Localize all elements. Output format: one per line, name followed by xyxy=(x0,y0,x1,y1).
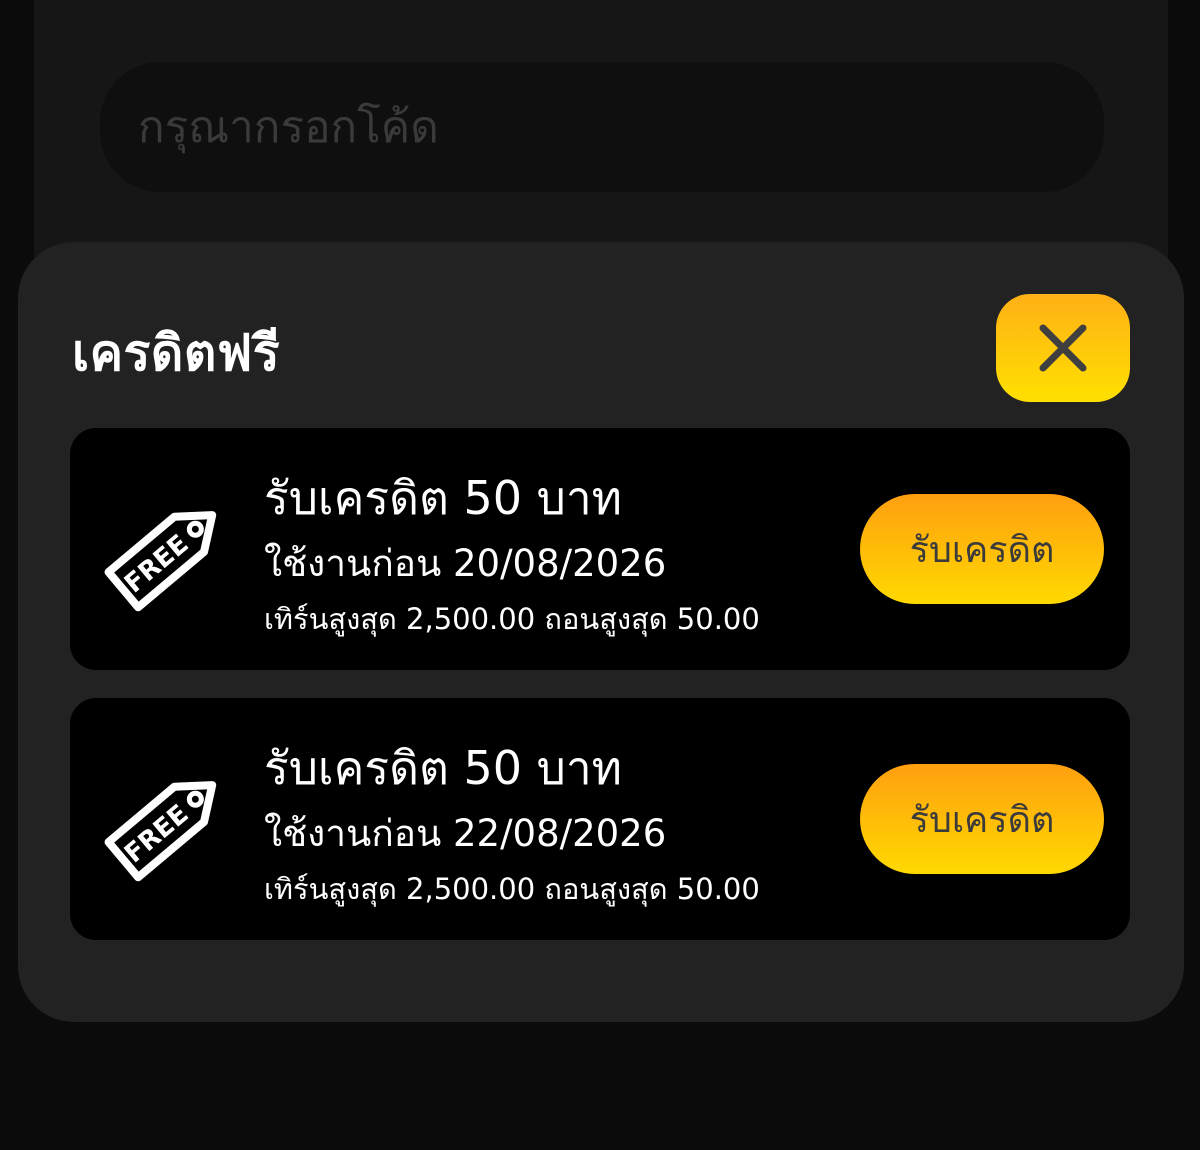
credit-offer-card: FREE รับเครดิต 50 บาท ใช้งานก่อน 22/08/2… xyxy=(70,698,1130,940)
credit-title: รับเครดิต 50 บาท xyxy=(264,741,622,795)
promo-code-input[interactable] xyxy=(100,62,1104,192)
credit-expiry: ใช้งานก่อน 20/08/2026 xyxy=(264,542,667,585)
screen: เครดิตฟรี FREE รับเครดิต 50 บาท ใช้งานก่… xyxy=(0,0,1200,1150)
credit-offer-card: FREE รับเครดิต 50 บาท ใช้งานก่อน 20/08/2… xyxy=(70,428,1130,670)
credit-limits: เทิร์นสูงสุด 2,500.00 ถอนสูงสุด 50.00 xyxy=(264,872,760,906)
free-credit-modal: เครดิตฟรี FREE รับเครดิต 50 บาท ใช้งานก่… xyxy=(18,242,1184,1022)
claim-credit-button[interactable]: รับเครดิต xyxy=(860,494,1104,604)
close-button[interactable] xyxy=(996,294,1130,402)
claim-credit-button[interactable]: รับเครดิต xyxy=(860,764,1104,874)
credit-limits: เทิร์นสูงสุด 2,500.00 ถอนสูงสุด 50.00 xyxy=(264,602,760,636)
close-icon xyxy=(1039,324,1087,372)
modal-title: เครดิตฟรี xyxy=(72,324,281,382)
credit-expiry: ใช้งานก่อน 22/08/2026 xyxy=(264,812,667,855)
free-tag-icon: FREE xyxy=(104,781,217,882)
credit-title: รับเครดิต 50 บาท xyxy=(264,471,622,525)
free-tag-icon: FREE xyxy=(104,511,217,612)
